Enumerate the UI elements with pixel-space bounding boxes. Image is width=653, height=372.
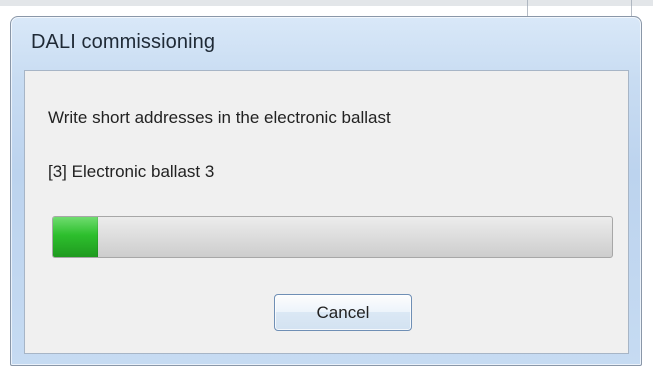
progress-bar — [52, 216, 613, 258]
dali-commissioning-dialog: DALI commissioning Write short addresses… — [10, 16, 642, 366]
current-ballast-label: [3] Electronic ballast 3 — [48, 162, 215, 181]
screen: DALI commissioning Write short addresses… — [0, 0, 653, 372]
status-message: Write short addresses in the electronic … — [48, 108, 391, 127]
background-top-strip — [0, 0, 653, 6]
dialog-content: Write short addresses in the electronic … — [24, 70, 629, 354]
window-title: DALI commissioning — [31, 31, 216, 53]
cancel-button[interactable]: Cancel — [274, 294, 412, 331]
progress-fill — [53, 217, 98, 257]
